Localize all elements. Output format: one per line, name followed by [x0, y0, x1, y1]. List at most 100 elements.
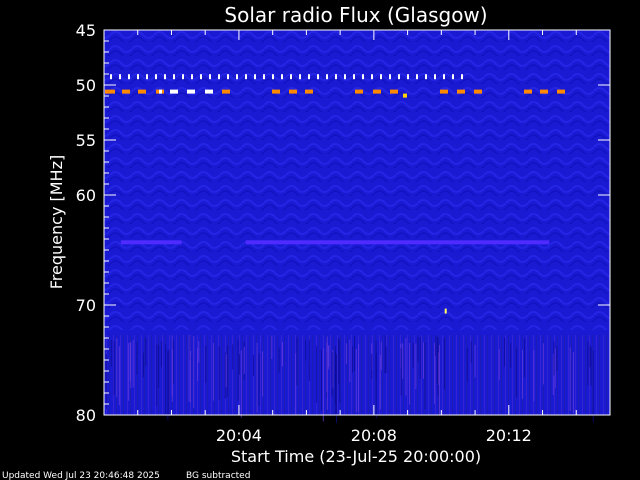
noise-streak: [172, 339, 174, 385]
noise-streak: [132, 340, 134, 388]
dotted-row-mark: [281, 74, 283, 80]
dotted-row-mark: [272, 74, 274, 80]
noise-streak: [129, 342, 131, 382]
orange-row-mark: [557, 89, 565, 94]
noise-streak: [110, 339, 112, 367]
white-row-mark: [187, 89, 195, 94]
dotted-row-mark: [308, 74, 310, 80]
dotted-row-mark: [182, 74, 184, 80]
dotted-row-mark: [173, 74, 175, 80]
x-tick-label: 20:12: [486, 426, 532, 445]
noise-streak: [590, 347, 592, 386]
noise-streak: [224, 352, 226, 399]
orange-row-mark: [524, 89, 532, 94]
noise-streak: [569, 347, 571, 411]
noise-streak: [589, 345, 591, 368]
noise-streak: [116, 338, 118, 397]
noise-streak: [474, 344, 476, 378]
dotted-row-mark: [146, 74, 148, 80]
noise-streak: [439, 345, 440, 415]
orange-row-mark: [138, 89, 146, 94]
noise-streak: [136, 342, 138, 375]
orange-row-mark: [440, 89, 448, 94]
noise-streak: [336, 354, 337, 423]
noise-streak: [205, 345, 207, 383]
noise-streak: [379, 354, 381, 410]
dotted-row-mark: [209, 74, 211, 80]
noise-streak: [322, 348, 324, 422]
orange-row-mark: [305, 89, 313, 94]
noise-streak: [466, 347, 468, 383]
noise-streak: [402, 343, 404, 379]
noise-streak: [339, 340, 341, 403]
noise-streak: [239, 354, 240, 375]
dotted-row-mark: [137, 74, 139, 80]
dotted-row-mark: [416, 74, 418, 80]
noise-streak: [412, 342, 414, 368]
noise-streak: [198, 341, 200, 363]
noise-streak: [253, 355, 254, 376]
noise-streak: [516, 347, 518, 397]
orange-row-mark: [457, 89, 465, 94]
noise-streak: [524, 338, 526, 378]
noise-streak: [296, 336, 298, 386]
noise-streak: [556, 346, 558, 372]
dotted-row-mark: [263, 74, 265, 80]
noise-streak: [232, 344, 234, 370]
noise-streak: [542, 343, 544, 385]
noise-streak: [354, 336, 355, 372]
noise-streak: [338, 338, 340, 385]
dotted-row-mark: [434, 74, 436, 80]
noise-streak: [262, 351, 264, 397]
noise-streak: [113, 341, 115, 396]
noise-streak: [197, 348, 199, 381]
dotted-row-mark: [407, 74, 409, 80]
dotted-row-mark: [227, 74, 229, 80]
noise-streak: [167, 350, 169, 421]
noise-streak: [308, 339, 310, 381]
dotted-row-mark: [299, 74, 301, 80]
plot-area: [103, 29, 611, 423]
noise-streak: [282, 342, 283, 367]
noise-streak: [128, 343, 130, 401]
orange-row-mark: [222, 89, 230, 94]
noise-streak: [188, 335, 190, 402]
noise-streak: [190, 350, 191, 403]
noise-streak: [171, 335, 173, 397]
noise-streak: [384, 335, 386, 374]
noise-streak: [156, 344, 158, 406]
noise-streak: [435, 335, 437, 357]
noise-streak: [321, 349, 322, 412]
y-tick-label: 60: [76, 186, 96, 205]
noise-streak: [258, 353, 260, 407]
dotted-row-mark: [254, 74, 256, 80]
yellow-dot: [403, 93, 407, 98]
noise-streak: [587, 341, 589, 386]
dotted-row-mark: [245, 74, 247, 80]
dotted-row-mark: [425, 74, 427, 80]
white-row-mark: [170, 89, 178, 94]
noise-streak: [352, 346, 354, 373]
y-tick-label: 50: [76, 76, 96, 95]
noise-streak: [158, 344, 160, 388]
noise-streak: [237, 339, 239, 401]
noise-streak: [193, 336, 195, 408]
noise-streak: [375, 340, 377, 380]
noise-streak: [417, 337, 419, 362]
updated-timestamp: Updated Wed Jul 23 20:46:48 2025: [2, 471, 160, 480]
chart-title: Solar radio Flux (Glasgow): [224, 3, 487, 27]
dotted-row-mark: [335, 74, 337, 80]
noise-streak: [143, 352, 144, 378]
noise-streak: [271, 335, 273, 359]
noise-streak: [424, 342, 426, 410]
noise-streak: [510, 343, 512, 368]
dotted-row-mark: [128, 74, 130, 80]
dotted-row-mark: [389, 74, 391, 80]
dotted-row-mark: [398, 74, 400, 80]
dotted-row-mark: [191, 74, 193, 80]
dotted-row-mark: [452, 74, 454, 80]
dotted-row-mark: [443, 74, 445, 80]
noise-streak: [358, 343, 360, 413]
bright-speck: [444, 308, 447, 314]
noise-streak: [522, 349, 523, 399]
